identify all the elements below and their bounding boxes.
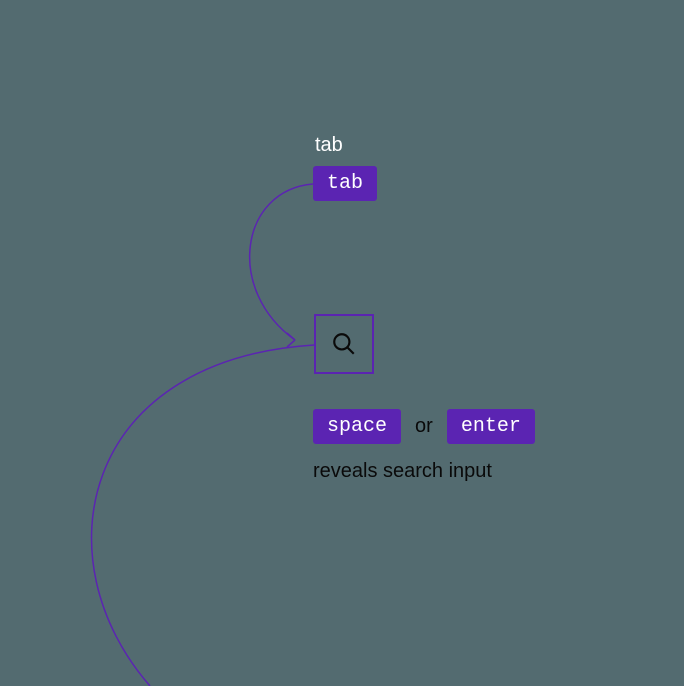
space-key: space [313,409,401,444]
or-separator: or [415,415,433,438]
enter-key: enter [447,409,535,444]
action-keys-row: space or enter [313,409,535,444]
tab-label: tab [315,134,343,157]
search-icon [331,331,357,357]
search-button[interactable] [314,314,374,374]
tab-key: tab [313,166,377,201]
reveals-caption: reveals search input [313,460,492,483]
diagram-canvas: tab tab space or enter reveals search in… [0,0,684,686]
